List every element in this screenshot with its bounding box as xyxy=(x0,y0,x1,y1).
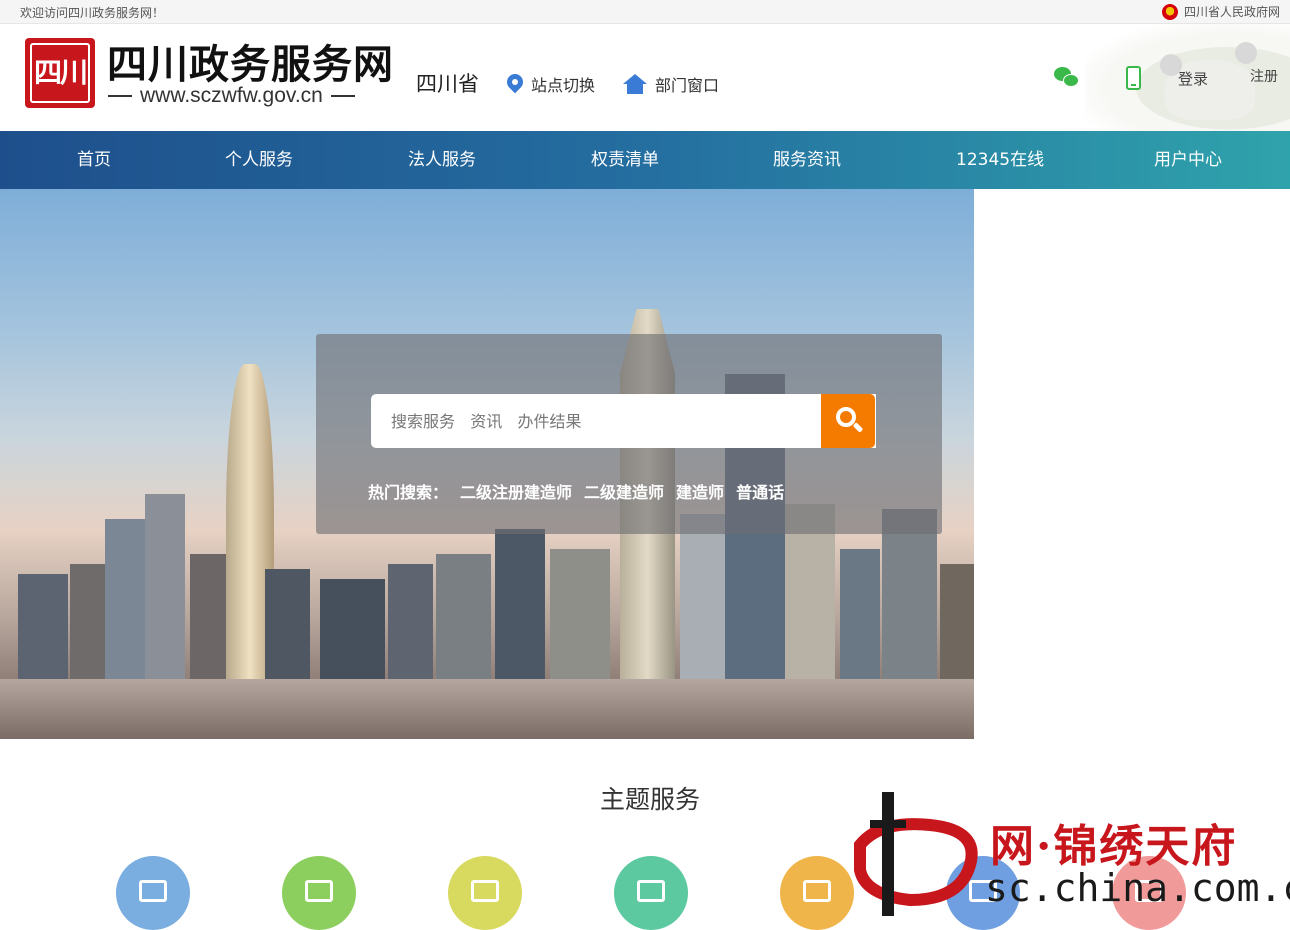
hot-search-keyword[interactable]: 二级注册建造师 xyxy=(460,479,572,503)
gov-website-link[interactable]: 四川省人民政府网 xyxy=(1161,3,1280,20)
china-net-watermark: 网·锦绣天府 sc.china.com.cn xyxy=(840,790,1290,918)
panda-ear xyxy=(1235,42,1257,64)
laptop-icon xyxy=(305,880,333,902)
nav-item-news[interactable]: 服务资讯 xyxy=(773,131,841,189)
hot-searches: 热门搜索： 二级注册建造师 二级建造师 建造师 普通话 xyxy=(368,479,784,503)
hot-search-keyword[interactable]: 普通话 xyxy=(736,479,784,503)
walking-person-icon xyxy=(471,880,499,902)
nav-item-home[interactable]: 首页 xyxy=(77,131,111,189)
hot-search-label: 热门搜索： xyxy=(368,483,449,502)
hero-banner: 热门搜索： 二级注册建造师 二级建造师 建造师 普通话 xyxy=(0,189,974,739)
nav-item-personal[interactable]: 个人服务 xyxy=(225,131,293,189)
wechat-icon[interactable] xyxy=(1054,67,1080,89)
wechat-bubble xyxy=(1063,74,1079,87)
site-switch-label: 站点切换 xyxy=(531,76,596,95)
url-dash-right xyxy=(330,95,355,97)
search-panel: 热门搜索： 二级注册建造师 二级建造师 建造师 普通话 xyxy=(316,334,942,534)
theme-service-item[interactable] xyxy=(116,856,190,930)
grid-icon xyxy=(139,880,167,902)
national-emblem-icon xyxy=(1161,3,1178,20)
site-switch-link[interactable]: 站点切换 xyxy=(507,72,595,96)
china-logo-icon xyxy=(854,792,978,916)
theme-service-item[interactable] xyxy=(282,856,356,930)
nav-item-powers-list[interactable]: 权责清单 xyxy=(591,131,659,189)
register-link[interactable]: 注册 xyxy=(1250,66,1278,86)
site-url: www.sczwfw.gov.cn xyxy=(108,84,355,108)
login-link[interactable]: 登录 xyxy=(1178,68,1208,89)
mobile-phone-icon[interactable] xyxy=(1126,66,1141,90)
site-logo[interactable]: 四川 xyxy=(25,38,95,108)
top-bar: 欢迎访问四川政务服务网！ 四川省人民政府网 xyxy=(0,0,1290,24)
location-pin-icon xyxy=(507,74,523,94)
search-icon-handle xyxy=(852,422,864,433)
search-input[interactable] xyxy=(371,394,876,448)
watermark-line2: sc.china.com.cn xyxy=(985,866,1290,910)
province-label: 四川省 xyxy=(416,72,479,96)
home-icon xyxy=(623,74,647,94)
site-url-text: www.sczwfw.gov.cn xyxy=(140,84,323,107)
book-icon xyxy=(803,880,831,902)
logo-seal: 四川 xyxy=(30,43,90,103)
site-title: 四川政务服务网 xyxy=(107,42,394,88)
url-dash-left xyxy=(108,95,132,97)
nav-item-legal-entity[interactable]: 法人服务 xyxy=(408,131,476,189)
main-nav: 首页 个人服务 法人服务 权责清单 服务资讯 12345在线 用户中心 xyxy=(0,131,1290,189)
nav-item-12345[interactable]: 12345在线 xyxy=(956,131,1044,189)
hot-search-keyword[interactable]: 建造师 xyxy=(676,479,724,503)
watermark-line1: 网·锦绣天府 xyxy=(990,821,1238,872)
nav-item-user-center[interactable]: 用户中心 xyxy=(1154,131,1222,189)
hot-search-keyword[interactable]: 二级建造师 xyxy=(584,479,664,503)
gov-website-label: 四川省人民政府网 xyxy=(1183,5,1280,19)
frame-icon xyxy=(637,880,665,902)
theme-service-item[interactable] xyxy=(448,856,522,930)
dept-window-label: 部门窗口 xyxy=(655,76,720,95)
foreground-structures xyxy=(0,679,974,739)
welcome-text: 欢迎访问四川政务服务网！ xyxy=(20,6,165,20)
search-field-wrapper xyxy=(371,394,876,448)
dept-window-link[interactable]: 部门窗口 xyxy=(623,72,719,96)
theme-service-item[interactable] xyxy=(614,856,688,930)
search-button[interactable] xyxy=(821,394,875,448)
site-header: 四川 四川政务服务网 www.sczwfw.gov.cn 四川省 站点切换 部门… xyxy=(0,24,1290,131)
